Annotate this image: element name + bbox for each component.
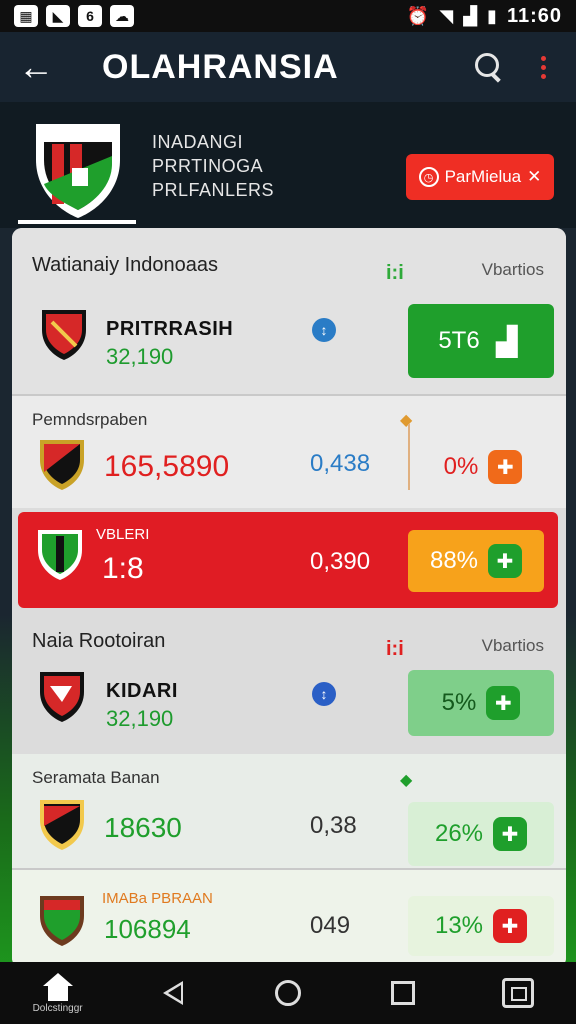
odds-value: 26% — [434, 820, 484, 847]
back-triangle-icon — [162, 981, 183, 1005]
team-score: 18630 — [104, 812, 182, 843]
header-button-label: ParMielua — [444, 167, 522, 186]
card-title: Watianaiy Indonoaas — [32, 254, 219, 276]
status-time: 11:60 — [506, 4, 562, 27]
stat-value: 0,390 — [310, 548, 371, 575]
odds-button[interactable]: 5T6 ▟ — [408, 304, 554, 378]
home-icon — [42, 972, 73, 1001]
crest-underline — [18, 220, 136, 224]
nav-home-circle[interactable] — [258, 965, 318, 1021]
messenger-icon: ☁ — [110, 5, 134, 27]
clock-icon: 6 — [78, 5, 102, 27]
header-line-2: PRRTINOGA — [152, 156, 264, 176]
header-line-1: INADANGI — [152, 132, 244, 152]
ball-icon: ✚ — [488, 544, 523, 578]
list-item[interactable]: Watianaiy Indonoaas i:i Vbartios PRITRRA… — [12, 228, 566, 394]
ball-icon: ✚ — [493, 909, 528, 943]
team-crest-logo — [22, 114, 134, 222]
card-title: Naia Rootoiran — [32, 630, 166, 652]
team-number: 32,190 — [106, 706, 174, 731]
card-title: VBLERI — [96, 526, 150, 543]
ball-icon: ▟ — [495, 325, 518, 357]
stat-value: 049 — [310, 912, 351, 939]
team-header: INADANGI PRRTINOGA PRLFANLERS ◷ ParMielu… — [0, 102, 576, 228]
medal-icon: ◆ — [400, 772, 413, 789]
switch-app-icon — [502, 978, 535, 1008]
clock-icon: ◷ — [418, 167, 439, 187]
image-icon: ▦ — [14, 5, 38, 27]
info-icon[interactable]: ↕ — [312, 682, 336, 706]
stat-value: 0,38 — [310, 812, 357, 839]
team-score: 1:8 — [102, 552, 144, 585]
odds-button[interactable]: 88% ✚ — [408, 530, 544, 592]
list-item-highlighted[interactable]: VBLERI 1:8 0,390 88% ✚ — [18, 512, 558, 608]
ball-icon: ✚ — [488, 450, 523, 484]
team-crest-icon — [38, 530, 82, 580]
back-arrow-icon[interactable]: ← — [18, 49, 66, 85]
team-crest-icon — [40, 440, 84, 490]
nav-switch[interactable] — [488, 965, 548, 1021]
alarm-icon: ⏰ — [406, 5, 430, 26]
card-title: IMABa PBRAAN — [102, 890, 213, 907]
team-number: 32,190 — [106, 344, 174, 369]
list-item[interactable]: Pemndsrpaben ◆ 165,5890 0,438 0% ✚ — [12, 396, 566, 508]
battery-icon: ▮ — [487, 5, 497, 26]
list-item[interactable]: Naia Rootoiran i:i Vbartios KIDARI 32,19… — [12, 614, 566, 752]
team-crest-icon — [40, 896, 84, 946]
odds-value: 13% — [434, 912, 484, 939]
team-name: PRITRRASIH — [106, 318, 234, 340]
info-icon[interactable]: ↕ — [312, 318, 336, 342]
header-action-button[interactable]: ◷ ParMielua ✕ — [406, 154, 554, 200]
nav-recents[interactable] — [373, 965, 433, 1021]
odds-button[interactable]: 0% ✚ — [412, 442, 554, 492]
nav-back[interactable] — [143, 965, 203, 1021]
odds-value: 0% — [443, 453, 479, 480]
close-icon: ✕ — [527, 167, 542, 186]
card-title: Pemndsrpaben — [32, 410, 148, 429]
nav-icon: ◣ — [46, 5, 70, 27]
bottom-nav: Dolcstinggr — [0, 962, 576, 1024]
status-right: ⏰ ◥ ▟ ▮ 11:60 — [407, 5, 562, 28]
team-score: 106894 — [104, 914, 191, 944]
stats-icon: i:i — [386, 638, 404, 660]
list-item[interactable]: Seramata Banan ◆ 18630 0,38 26% ✚ — [12, 754, 566, 868]
team-crest-icon — [40, 800, 84, 850]
odds-button[interactable]: 5% ✚ — [408, 670, 554, 736]
odds-button[interactable]: 13% ✚ — [408, 896, 554, 956]
signal-icon: ▟ — [463, 5, 478, 26]
card-right-label: Vbartios — [481, 636, 544, 655]
medal-icon: ◆ — [400, 412, 413, 429]
team-crest-icon — [42, 310, 86, 360]
team-score: 165,5890 — [104, 450, 230, 483]
divider — [408, 424, 410, 490]
odds-value: 5T6 — [438, 327, 480, 354]
header-line-3: PRLFANLERS — [152, 180, 275, 200]
stat-value: 0,438 — [310, 450, 371, 477]
card-title: Seramata Banan — [32, 768, 160, 787]
app-bar: ← OLAHRANSIA — [0, 32, 576, 102]
match-list: Watianaiy Indonoaas i:i Vbartios PRITRRA… — [12, 228, 566, 968]
wifi-icon: ◥ — [439, 5, 454, 26]
status-left: ▦ ◣ 6 ☁ — [14, 5, 134, 27]
nav-home[interactable]: Dolcstinggr — [28, 965, 88, 1021]
odds-value: 88% — [429, 547, 479, 574]
team-crest-icon — [40, 672, 84, 722]
list-item[interactable]: IMABa PBRAAN 106894 049 13% ✚ — [12, 870, 566, 968]
page-title: OLAHRANSIA — [102, 47, 339, 86]
odds-button[interactable]: 26% ✚ — [408, 802, 554, 866]
nav-home-label: Dolcstinggr — [32, 1002, 83, 1014]
odds-value: 5% — [441, 689, 477, 716]
search-icon[interactable] — [466, 45, 510, 89]
card-right-label: Vbartios — [481, 260, 544, 279]
home-circle-icon — [274, 980, 301, 1006]
more-icon[interactable] — [528, 45, 558, 89]
team-name: KIDARI — [106, 680, 178, 702]
status-bar: ▦ ◣ 6 ☁ ⏰ ◥ ▟ ▮ 11:60 — [0, 0, 576, 32]
ball-icon: ✚ — [486, 686, 521, 720]
recents-icon — [391, 981, 416, 1005]
header-text: INADANGI PRRTINOGA PRLFANLERS — [152, 130, 274, 202]
ball-icon: ✚ — [493, 817, 528, 851]
stats-icon: i:i — [386, 262, 404, 284]
